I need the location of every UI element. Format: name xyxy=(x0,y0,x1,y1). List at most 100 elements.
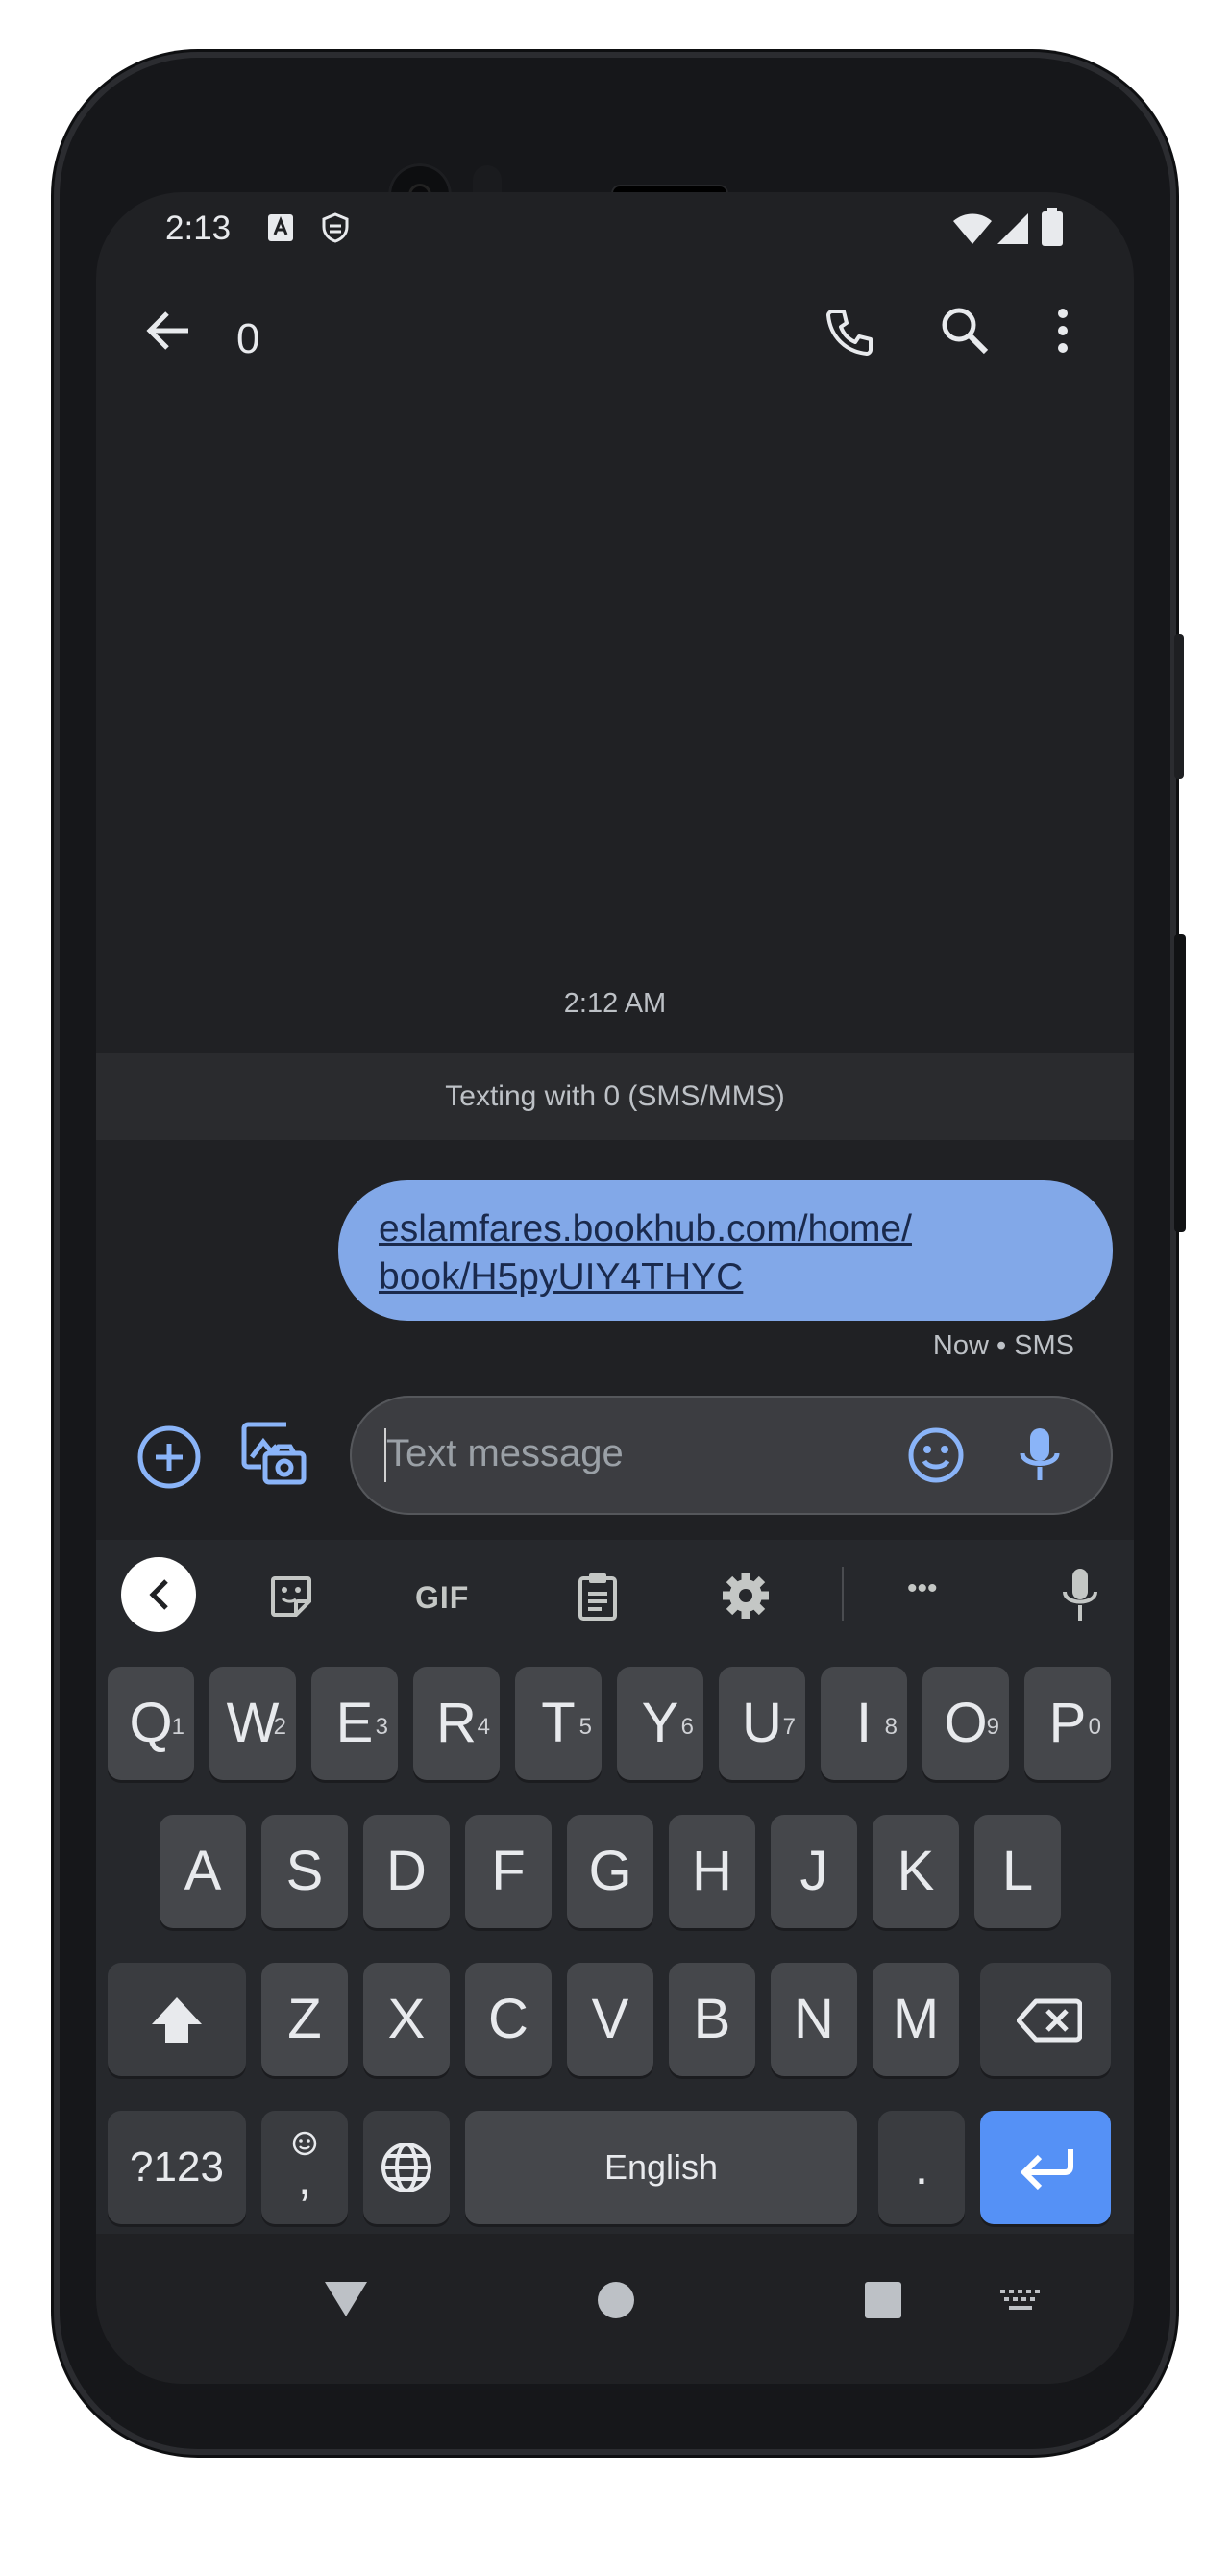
search-icon[interactable] xyxy=(938,304,992,358)
comma-emoji-key[interactable]: , xyxy=(261,2111,348,2224)
key-e[interactable]: E3 xyxy=(311,1667,398,1780)
key-g[interactable]: G xyxy=(567,1815,653,1928)
key-n[interactable]: N xyxy=(771,1963,857,2076)
message-input-placeholder: Text message xyxy=(386,1432,624,1474)
keyboard-toolbar: GIF ••• xyxy=(96,1540,1134,1646)
key-u-label: U xyxy=(742,1692,782,1754)
key-w[interactable]: W2 xyxy=(209,1667,296,1780)
power-button xyxy=(1174,934,1186,1232)
navigation-bar xyxy=(96,2234,1134,2384)
key-r-label: R xyxy=(436,1692,477,1754)
key-p-label: P xyxy=(1048,1692,1087,1754)
symbols-key[interactable]: ?123 xyxy=(108,2111,246,2224)
gif-button[interactable]: GIF xyxy=(415,1580,469,1616)
key-f[interactable]: F xyxy=(465,1815,552,1928)
gallery-camera-icon[interactable] xyxy=(240,1419,308,1486)
key-p-hint: 0 xyxy=(1088,1714,1101,1740)
screen: 2:13 0 2:12 AM Texting with 0 (SMS/MMS) … xyxy=(96,192,1134,2384)
wifi-icon xyxy=(953,213,992,244)
message-input[interactable]: Text message xyxy=(350,1396,1113,1515)
key-d[interactable]: D xyxy=(363,1815,450,1928)
key-z[interactable]: Z xyxy=(261,1963,348,2076)
conversation-title: 0 xyxy=(236,315,260,362)
key-h[interactable]: H xyxy=(669,1815,755,1928)
key-q-hint: 1 xyxy=(171,1714,184,1740)
key-q[interactable]: Q1 xyxy=(108,1667,194,1780)
keyboard: GIF ••• Q1 W2 E3 R4 T5 Y6 U7 I 8 O 9 P 0… xyxy=(96,1540,1134,2234)
key-y[interactable]: Y6 xyxy=(617,1667,703,1780)
add-attachment-icon[interactable] xyxy=(136,1424,202,1490)
enter-arrow-icon xyxy=(1020,2149,1073,2190)
key-b[interactable]: B xyxy=(669,1963,755,2076)
key-y-hint: 6 xyxy=(680,1714,694,1740)
sent-message-bubble[interactable]: eslamfares.bookhub.com/home/ book/H5pyUI… xyxy=(338,1180,1113,1321)
back-arrow-icon[interactable] xyxy=(142,304,196,358)
home-nav-icon[interactable] xyxy=(596,2280,636,2320)
space-bar[interactable]: English xyxy=(465,2111,857,2224)
key-r[interactable]: R4 xyxy=(413,1667,500,1780)
key-t-hint: 5 xyxy=(578,1714,592,1740)
battery-icon xyxy=(1042,208,1063,246)
text-format-icon xyxy=(268,214,293,241)
key-r-hint: 4 xyxy=(477,1714,490,1740)
key-m[interactable]: M xyxy=(873,1963,959,2076)
message-timestamp: 2:12 AM xyxy=(563,988,667,1019)
more-tools-button[interactable]: ••• xyxy=(907,1573,938,1605)
key-o-hint: 9 xyxy=(986,1714,999,1740)
phone-call-icon[interactable] xyxy=(823,306,876,359)
back-nav-icon[interactable] xyxy=(323,2278,369,2318)
key-l[interactable]: L xyxy=(974,1815,1061,1928)
message-link-line-1: eslamfares.bookhub.com/home/ xyxy=(379,1208,912,1250)
cellular-signal-icon xyxy=(997,213,1028,244)
key-e-label: E xyxy=(335,1692,374,1754)
clipboard-icon[interactable] xyxy=(577,1571,619,1621)
emoji-icon[interactable] xyxy=(905,1424,967,1486)
key-c[interactable]: C xyxy=(465,1963,552,2076)
key-w-label: W xyxy=(226,1692,280,1754)
period-key[interactable]: . xyxy=(878,2111,965,2224)
language-key[interactable] xyxy=(363,2111,450,2224)
message-link-line-2: book/H5pyUIY4THYC xyxy=(379,1256,744,1298)
key-s[interactable]: S xyxy=(261,1815,348,1928)
sms-mode-banner: Texting with 0 (SMS/MMS) xyxy=(96,1053,1134,1140)
key-a[interactable]: A xyxy=(160,1815,246,1928)
backspace-icon xyxy=(1017,1998,1082,2043)
settings-gear-icon[interactable] xyxy=(721,1571,771,1621)
vpn-shield-icon xyxy=(322,212,349,243)
key-k[interactable]: K xyxy=(873,1815,959,1928)
key-u-hint: 7 xyxy=(782,1714,796,1740)
key-i[interactable]: I8 xyxy=(821,1667,907,1780)
key-t-label: T xyxy=(541,1692,576,1754)
enter-key[interactable] xyxy=(980,2111,1111,2224)
key-u[interactable]: U7 xyxy=(719,1667,805,1780)
sticker-icon[interactable] xyxy=(269,1574,313,1619)
status-time: 2:13 xyxy=(165,210,232,247)
volume-button xyxy=(1174,634,1184,779)
key-o-label: O xyxy=(944,1692,988,1754)
app-bar: 0 xyxy=(96,269,1134,404)
key-p[interactable]: P0 xyxy=(1024,1667,1111,1780)
composer-bar: Text message xyxy=(96,1384,1134,1515)
key-v[interactable]: V xyxy=(567,1963,653,2076)
key-i-hint: 8 xyxy=(884,1714,898,1740)
key-o[interactable]: O9 xyxy=(922,1667,1009,1780)
key-w-hint: 2 xyxy=(273,1714,286,1740)
key-q-label: Q xyxy=(129,1692,173,1754)
shift-key[interactable] xyxy=(108,1963,246,2076)
keyboard-switcher-icon[interactable] xyxy=(999,2288,1042,2315)
key-i-label: I xyxy=(855,1692,873,1754)
key-y-label: Y xyxy=(641,1692,679,1754)
message-status: Now • SMS xyxy=(932,1330,1074,1361)
voice-input-icon[interactable] xyxy=(1015,1424,1065,1486)
recents-nav-icon[interactable] xyxy=(863,2280,903,2320)
shift-arrow-icon xyxy=(152,1997,202,2043)
toolbar-divider xyxy=(842,1567,844,1621)
more-options-icon[interactable] xyxy=(1051,304,1074,358)
key-t[interactable]: T5 xyxy=(515,1667,602,1780)
keyboard-mic-icon[interactable] xyxy=(1061,1567,1099,1622)
backspace-key[interactable] xyxy=(980,1963,1111,2076)
message-link[interactable]: eslamfares.bookhub.com/home/ book/H5pyUI… xyxy=(379,1205,1084,1301)
key-j[interactable]: J xyxy=(771,1815,857,1928)
key-x[interactable]: X xyxy=(363,1963,450,2076)
collapse-toolbar-button[interactable] xyxy=(121,1557,196,1632)
